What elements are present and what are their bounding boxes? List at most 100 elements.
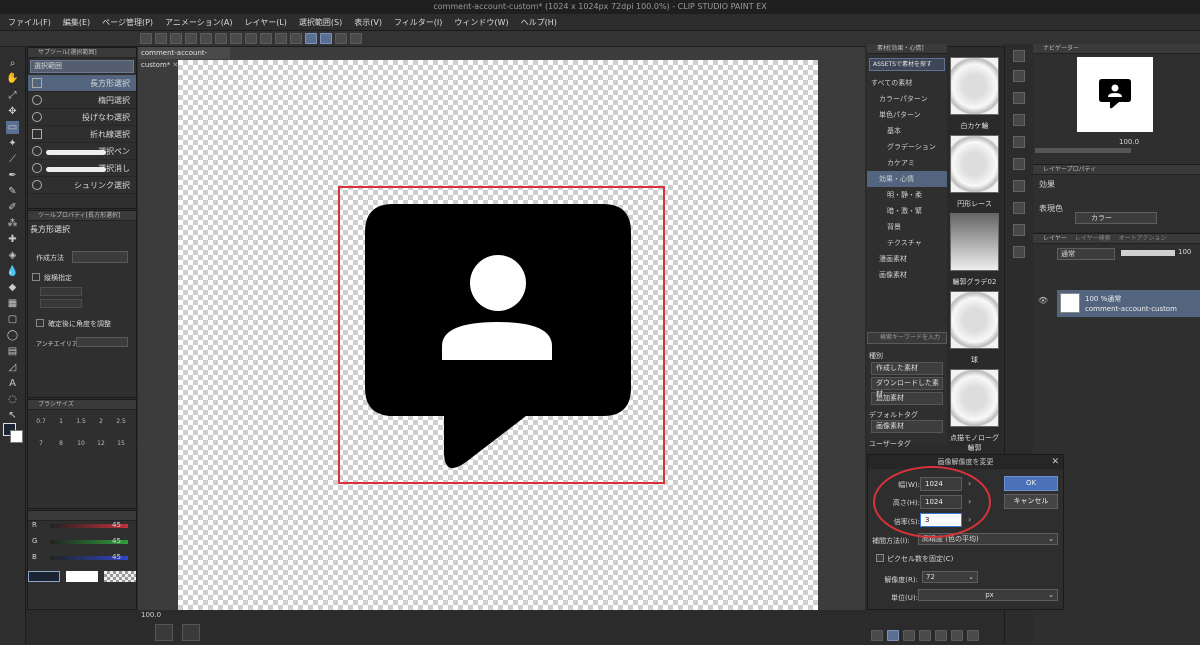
sub-color-chip[interactable] — [66, 571, 98, 582]
auto-select-icon[interactable]: ✦ — [6, 137, 19, 150]
decoration-icon[interactable]: ✚ — [6, 233, 19, 246]
default-tag-button[interactable]: 画像素材 — [871, 420, 943, 433]
transparent-color-chip[interactable] — [104, 571, 136, 582]
ruler-icon[interactable]: ◿ — [6, 361, 19, 374]
brush-size-cell[interactable]: 12 — [92, 440, 110, 447]
material-list-icon[interactable] — [903, 630, 915, 641]
material-view-icon[interactable] — [871, 630, 883, 641]
text-icon[interactable]: A — [6, 377, 19, 390]
b-value[interactable]: 45 — [112, 553, 121, 561]
close-icon[interactable]: ✕ — [1051, 455, 1059, 469]
brush-size-cell[interactable]: 7 — [32, 440, 50, 447]
color-history-icon[interactable] — [1013, 224, 1025, 236]
g-value[interactable]: 45 — [112, 537, 121, 545]
material-filter-button[interactable]: ダウンロードした素材 — [871, 377, 943, 398]
menu-item[interactable]: ページ管理(P) — [102, 17, 153, 28]
eraser-icon[interactable]: ◈ — [6, 249, 19, 262]
brush-size-cell[interactable]: 1 — [52, 418, 70, 425]
brush-size-cell[interactable]: 2 — [92, 418, 110, 425]
cancel-button[interactable]: キャンセル — [1004, 494, 1058, 509]
material-thumbnail[interactable] — [950, 213, 999, 271]
menu-item[interactable]: ファイル(F) — [8, 17, 51, 28]
companion-icon[interactable] — [335, 33, 347, 44]
subtool-shrink-select[interactable]: シュリンク選択 — [28, 177, 136, 194]
menu-item[interactable]: 表示(V) — [354, 17, 382, 28]
material-grid-icon[interactable] — [887, 630, 899, 641]
operation-icon[interactable]: ⤢ — [6, 89, 19, 102]
material-settings-icon[interactable] — [935, 630, 947, 641]
brush-size-cell[interactable]: 2.5 — [112, 418, 130, 425]
menu-item[interactable]: フィルター(I) — [394, 17, 442, 28]
subtool-polyline-select[interactable]: 折れ線選択 — [28, 126, 136, 143]
history-icon[interactable] — [1013, 114, 1025, 126]
material-delete-icon[interactable] — [967, 630, 979, 641]
selection-icon[interactable]: ▭ — [6, 121, 19, 134]
layer-row[interactable]: 100 %通常 comment-account-custom — [1057, 290, 1200, 317]
color-wheel-icon[interactable] — [1013, 158, 1025, 170]
figure-icon[interactable]: ▢ — [6, 313, 19, 326]
blend-icon[interactable]: 💧 — [6, 265, 19, 278]
brush-size-cell[interactable]: 0.7 — [32, 418, 50, 425]
save-icon[interactable] — [170, 33, 182, 44]
material-tree-item[interactable]: すべての素材 — [867, 75, 947, 91]
gradient-icon[interactable]: ▦ — [6, 297, 19, 310]
material-tree-item[interactable]: 暗・激・緊 — [867, 203, 947, 219]
subtool-select-pen[interactable]: 選択ペン — [28, 143, 136, 160]
brush-size-cell[interactable]: 1.5 — [72, 418, 90, 425]
pen-icon[interactable]: ✒ — [6, 169, 19, 182]
brush-size-cell[interactable]: 10 — [72, 440, 90, 447]
zoom-readout[interactable]: 100.0 — [141, 611, 161, 619]
material-tree-item[interactable]: 基本 — [867, 123, 947, 139]
eyedropper-icon[interactable]: ⟋ — [6, 153, 19, 166]
transform-icon[interactable] — [260, 33, 272, 44]
snap-shape-icon[interactable] — [320, 33, 332, 44]
subtool-ellipse-select[interactable]: 楕円選択 — [28, 92, 136, 109]
layer-prop-icon[interactable] — [1013, 136, 1025, 148]
visibility-eye-icon[interactable]: 👁 — [1038, 296, 1048, 305]
subview-icon[interactable] — [1013, 70, 1025, 82]
material-tree-item[interactable]: 効果・心情 — [867, 171, 947, 187]
navigator-zoom-slider[interactable] — [1035, 148, 1131, 153]
ok-button[interactable]: OK — [1004, 476, 1058, 491]
tab-layer[interactable]: レイヤー — [1043, 234, 1067, 243]
subtool-group-tab[interactable]: 選択範囲 — [30, 60, 134, 73]
brush-size-cell[interactable]: 8 — [52, 440, 70, 447]
opacity-slider[interactable] — [1121, 250, 1175, 256]
select-all-icon[interactable] — [230, 33, 242, 44]
undo-icon[interactable] — [185, 33, 197, 44]
navigator-icon[interactable] — [1013, 50, 1025, 62]
menu-item[interactable]: ヘルプ(H) — [521, 17, 557, 28]
unit-dropdown[interactable]: px ⌄ — [918, 589, 1058, 601]
snap-ruler-icon[interactable] — [275, 33, 287, 44]
menu-item[interactable]: ウィンドウ(W) — [454, 17, 508, 28]
angle-checkbox[interactable] — [36, 319, 44, 327]
aspect-checkbox[interactable] — [32, 273, 40, 281]
balloon-icon[interactable]: ◌ — [6, 393, 19, 406]
color-set-icon[interactable] — [1013, 180, 1025, 192]
assets-button[interactable]: ASSETSで素材を探す — [869, 58, 945, 71]
r-value[interactable]: 45 — [112, 521, 121, 529]
fill-tool-icon[interactable]: ◆ — [6, 281, 19, 294]
hand-icon[interactable]: ✋ — [6, 72, 19, 85]
tab-auto-action[interactable]: オートアクション — [1119, 234, 1167, 243]
material-tree-item[interactable]: カラーパターン — [867, 91, 947, 107]
menu-item[interactable]: アニメーション(A) — [165, 17, 232, 28]
material-tree-item[interactable]: カケアミ — [867, 155, 947, 171]
material-tree-item[interactable]: テクスチャ — [867, 235, 947, 251]
material-search-input[interactable]: 検索キーワードを入力 — [867, 332, 947, 344]
subtool-lasso-select[interactable]: 投げなわ選択 — [28, 109, 136, 126]
material-thumbnail[interactable] — [950, 135, 999, 193]
opacity-value[interactable]: 100 — [1178, 248, 1191, 256]
material-tree-item[interactable]: 明・静・柔 — [867, 187, 947, 203]
navigator-zoom[interactable]: 100.0 — [1119, 138, 1139, 146]
navigator-preview[interactable] — [1077, 57, 1153, 132]
fix-pixels-checkbox[interactable] — [876, 554, 884, 562]
brush-size-cell[interactable]: 15 — [112, 440, 130, 447]
material-favorite-icon[interactable] — [951, 630, 963, 641]
info-icon[interactable] — [1013, 92, 1025, 104]
deselect-icon[interactable] — [215, 33, 227, 44]
new-file-icon[interactable] — [140, 33, 152, 44]
ellipse-icon[interactable]: ◯ — [6, 329, 19, 342]
method-buttons[interactable] — [72, 251, 128, 263]
brush-icon[interactable]: ✐ — [6, 201, 19, 214]
